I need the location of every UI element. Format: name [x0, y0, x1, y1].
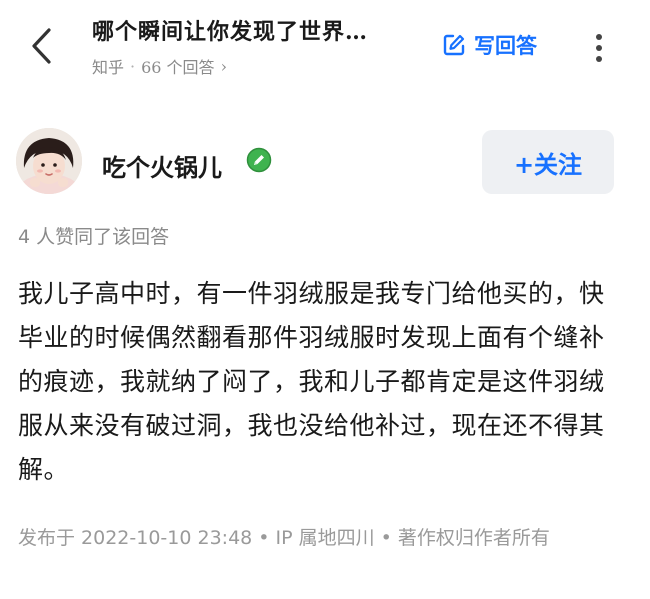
- write-answer-button[interactable]: 写回答: [442, 30, 537, 60]
- author-name[interactable]: 吃个火锅儿: [102, 148, 222, 183]
- write-answer-label: 写回答: [474, 33, 537, 58]
- more-vertical-icon[interactable]: [586, 26, 612, 70]
- answer-count: 66 个回答: [141, 58, 215, 77]
- author-row: 吃个火锅儿 +关注: [0, 120, 650, 200]
- separator-dot: ·: [130, 56, 136, 76]
- question-meta-link[interactable]: 知乎 · 66 个回答 ›: [92, 54, 227, 78]
- top-bar: 哪个瞬间让你发现了世界… 知乎 · 66 个回答 › 写回答: [0, 0, 650, 96]
- likes-count: 4 人赞同了该回答: [18, 226, 170, 248]
- answer-meta: 发布于 2022-10-10 23:48 • IP 属地四川 • 著作权归作者所…: [18, 527, 550, 549]
- avatar[interactable]: [16, 128, 82, 194]
- back-button[interactable]: [22, 22, 62, 70]
- avatar-image: [16, 128, 82, 194]
- chevron-left-icon: [32, 28, 51, 64]
- site-name: 知乎: [92, 58, 125, 77]
- answer-body: 我儿子高中时，有一件羽绒服是我专门给他买的，快毕业的时候偶然翻看那件羽绒服时发现…: [18, 279, 605, 484]
- question-title[interactable]: 哪个瞬间让你发现了世界…: [92, 14, 422, 46]
- follow-button[interactable]: +关注: [482, 130, 614, 194]
- edit-badge-icon: [246, 147, 272, 173]
- chevron-right-icon: ›: [220, 56, 227, 76]
- edit-icon: [443, 34, 465, 56]
